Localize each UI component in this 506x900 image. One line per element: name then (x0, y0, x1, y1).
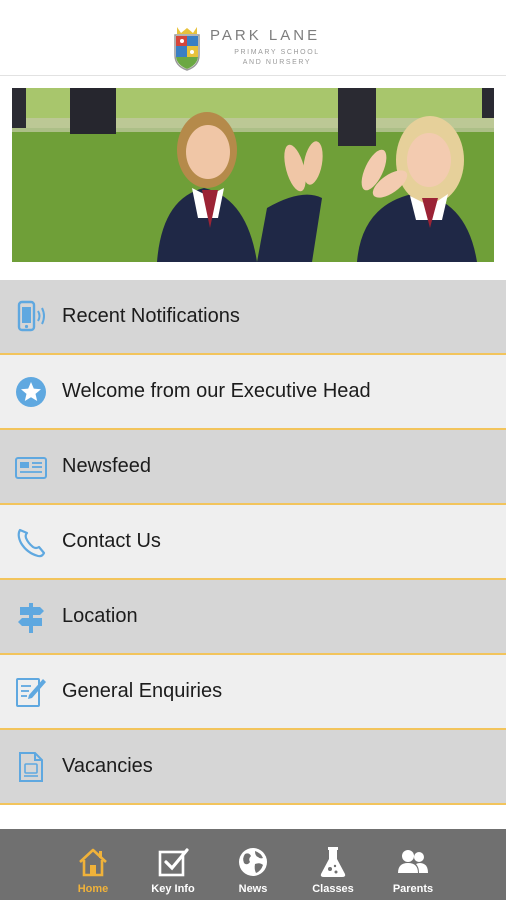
menu-item-recent-notifications[interactable]: Recent Notifications (0, 280, 506, 355)
people-icon (398, 850, 428, 873)
menu-label: General Enquiries (62, 680, 223, 702)
telephone-icon (17, 528, 46, 557)
tab-key-info[interactable]: Key Info (133, 829, 213, 900)
menu-label: Newsfeed (62, 455, 151, 477)
main-menu: Recent Notifications Welcome from our Ex… (0, 280, 506, 805)
menu-item-location[interactable]: Location (0, 580, 506, 655)
checkbox-icon (158, 848, 189, 877)
menu-item-general-enquiries[interactable]: General Enquiries (0, 655, 506, 730)
tab-news[interactable]: News (213, 829, 293, 900)
school-subtitle-line2: AND NURSERY (242, 59, 312, 66)
star-icon (16, 376, 46, 407)
home-icon (79, 848, 107, 877)
tab-home[interactable]: Home (53, 829, 133, 900)
menu-label: Vacancies (62, 755, 153, 777)
menu-item-welcome-executive-head[interactable]: Welcome from our Executive Head (0, 355, 506, 430)
tab-label: Key Info (151, 883, 195, 895)
newspaper-icon (15, 456, 47, 479)
signpost-icon (18, 602, 44, 633)
phone-notification-icon (17, 300, 45, 331)
app-header: PARK LANE PRIMARY SCHOOL AND NURSERY (0, 0, 506, 76)
hero-illustration (12, 88, 494, 262)
pencil-form-icon (16, 677, 46, 707)
menu-label: Recent Notifications (62, 305, 240, 327)
hero-photo (12, 88, 494, 262)
menu-item-vacancies[interactable]: Vacancies (0, 730, 506, 805)
school-crest-logo (174, 27, 200, 71)
tab-parents[interactable]: Parents (373, 829, 453, 900)
school-name: PARK LANE (210, 27, 321, 44)
school-subtitle-line1: PRIMARY SCHOOL (234, 49, 320, 56)
menu-label: Contact Us (62, 530, 161, 552)
cv-document-icon (19, 751, 43, 782)
tab-label: News (238, 883, 268, 895)
tab-classes[interactable]: Classes (293, 829, 373, 900)
tab-label: Parents (392, 883, 434, 895)
school-subtitle: PRIMARY SCHOOL AND NURSERY (222, 48, 332, 68)
flask-icon (320, 847, 346, 877)
globe-icon (239, 848, 267, 876)
menu-item-newsfeed[interactable]: Newsfeed (0, 430, 506, 505)
menu-label: Location (62, 605, 138, 627)
tab-label: Classes (312, 883, 354, 895)
menu-label: Welcome from our Executive Head (62, 380, 371, 402)
menu-item-contact-us[interactable]: Contact Us (0, 505, 506, 580)
tab-label: Home (77, 883, 109, 895)
bottom-tab-bar: Home Key Info News Classes Parents (0, 829, 506, 900)
